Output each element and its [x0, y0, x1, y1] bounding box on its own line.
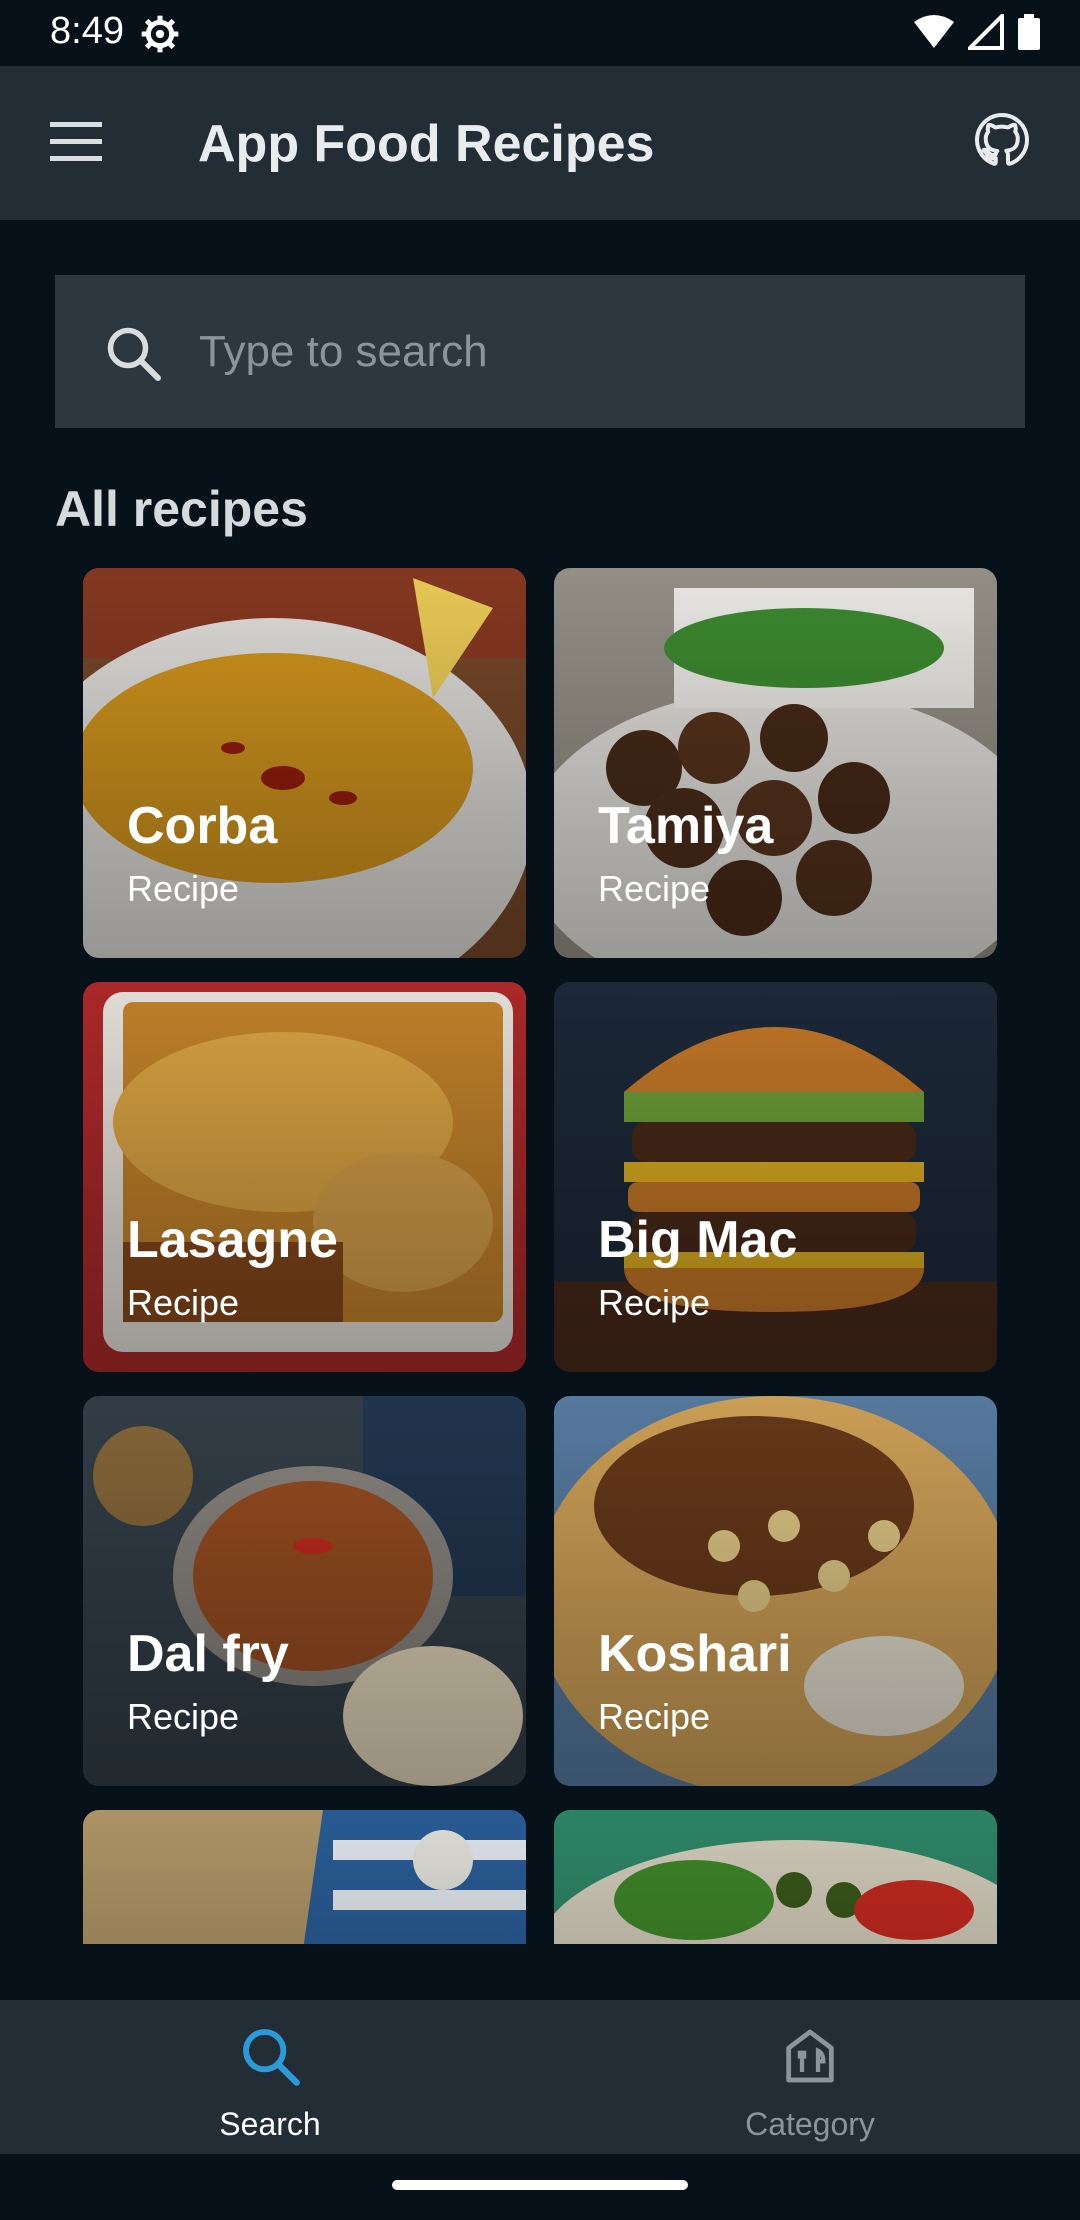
recipe-subtitle: Recipe [598, 1282, 711, 1323]
recipe-card[interactable] [554, 1810, 997, 1944]
recipe-subtitle: Recipe [127, 1696, 240, 1737]
card-overlay [554, 1810, 997, 1944]
battery-icon [1018, 14, 1040, 50]
nav-item-category[interactable]: Category [540, 2000, 1080, 2154]
settings-gear-icon [141, 15, 179, 53]
status-time: 8:49 [50, 10, 124, 52]
recipe-card[interactable] [83, 1810, 526, 1944]
recipe-name: Lasagne [127, 1211, 338, 1269]
section-title: All recipes [55, 481, 308, 537]
recipe-subtitle: Recipe [127, 868, 240, 909]
search-input[interactable]: Type to search [55, 275, 1025, 428]
search-icon [243, 2029, 300, 2086]
app-title: App Food Recipes [198, 115, 655, 173]
recipe-name: Big Mac [598, 1211, 798, 1269]
recipe-name: Tamiya [598, 797, 774, 855]
app-bar: App Food Recipes [0, 66, 1080, 220]
recipe-card[interactable]: Koshari Recipe [554, 1396, 997, 1786]
search-placeholder: Type to search [199, 327, 488, 376]
github-icon[interactable] [972, 110, 1032, 170]
recipe-grid: Corba Recipe Tamiya Recipe Lasagne Recip… [0, 568, 1080, 1944]
card-overlay [83, 1810, 526, 1944]
restaurant-category-icon [786, 2029, 834, 2083]
status-bar: 8:49 [0, 0, 1080, 66]
home-indicator[interactable] [392, 2180, 688, 2190]
recipe-subtitle: Recipe [127, 1282, 240, 1323]
nav-label-search: Search [219, 2106, 321, 2142]
recipe-card[interactable]: Dal fry Recipe [83, 1396, 526, 1786]
menu-icon[interactable] [50, 118, 102, 166]
recipe-name: Dal fry [127, 1625, 289, 1683]
recipe-card[interactable]: Tamiya Recipe [554, 568, 997, 958]
recipe-name: Corba [127, 797, 278, 855]
search-icon [107, 327, 161, 381]
recipe-subtitle: Recipe [598, 868, 711, 909]
nav-label-category: Category [745, 2106, 875, 2142]
wifi-icon [914, 15, 954, 48]
recipe-name: Koshari [598, 1625, 792, 1683]
recipe-card[interactable]: Big Mac Recipe [554, 982, 997, 1372]
recipe-subtitle: Recipe [598, 1696, 711, 1737]
cellular-signal-icon [968, 14, 1004, 50]
recipe-card[interactable]: Corba Recipe [83, 568, 526, 958]
bottom-navigation: Search Category [0, 2000, 1080, 2154]
nav-item-search[interactable]: Search [0, 2000, 540, 2154]
recipe-card[interactable]: Lasagne Recipe [83, 982, 526, 1372]
